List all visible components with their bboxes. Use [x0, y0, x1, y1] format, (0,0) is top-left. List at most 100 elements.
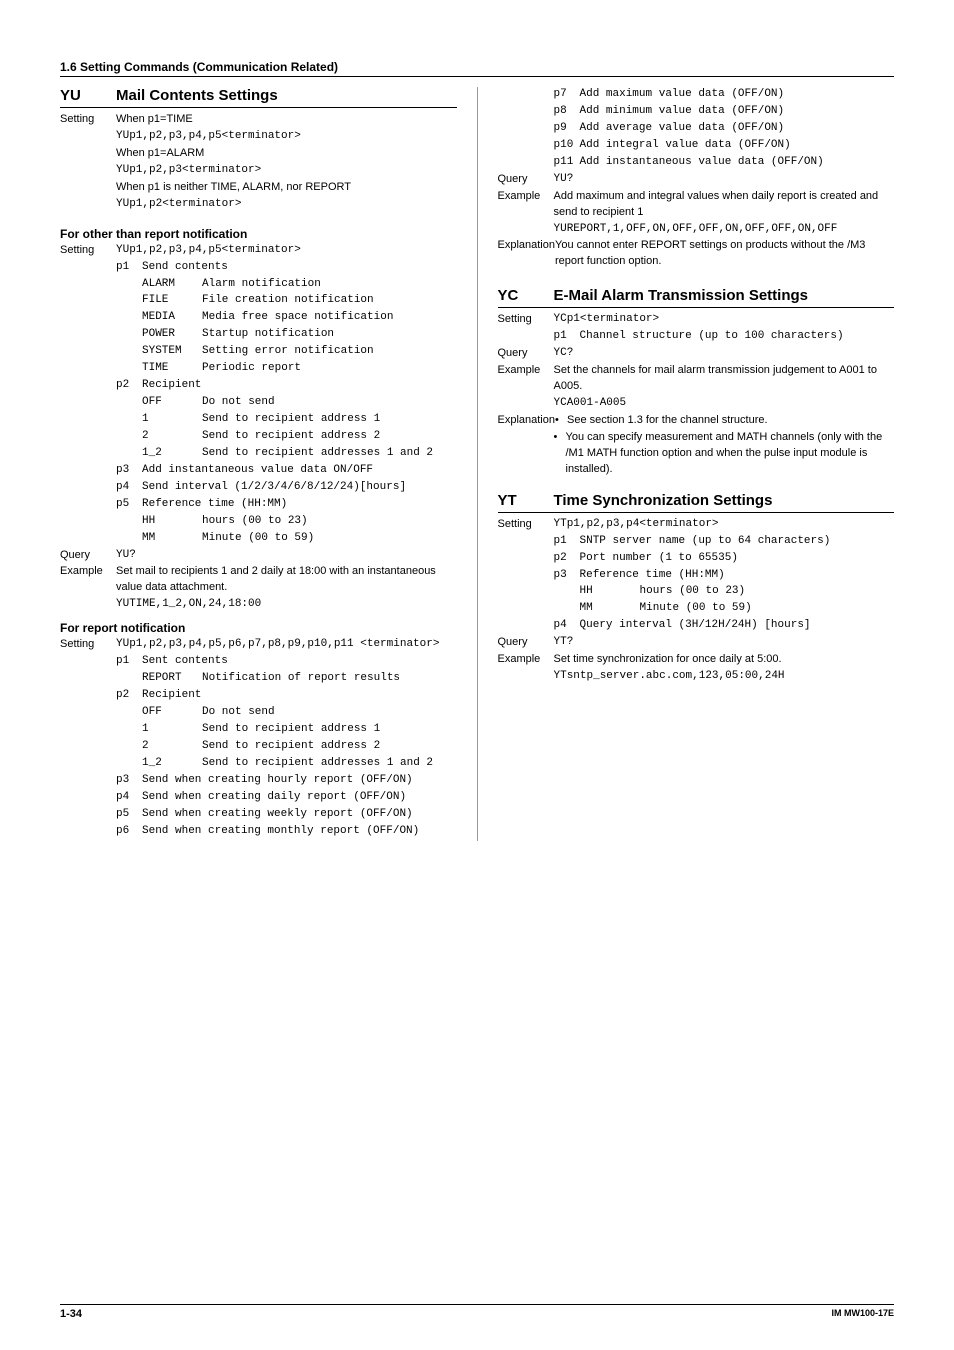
- example-text: Add maximum and integral values when dai…: [554, 189, 895, 221]
- pnum: p3: [116, 773, 142, 789]
- pkey: REPORT: [142, 671, 202, 687]
- cmd-code: YC: [498, 287, 554, 304]
- label-setting: Setting: [498, 517, 554, 533]
- pdesc: File creation notification: [202, 293, 457, 309]
- pdesc: Do not send: [202, 395, 457, 411]
- pkey: OFF: [142, 395, 202, 411]
- pnum: p5: [116, 497, 142, 513]
- pnum: p9: [554, 121, 580, 137]
- pdesc: Recipient: [142, 688, 457, 704]
- pdesc: Send to recipient address 1: [202, 722, 457, 738]
- pdesc: Send to recipient addresses 1 and 2: [202, 756, 457, 772]
- cmd-title: E-Mail Alarm Transmission Settings: [554, 287, 809, 304]
- pdesc: Reference time (HH:MM): [580, 568, 895, 584]
- pnum: p3: [554, 568, 580, 584]
- pdesc: Query interval (3H/12H/24H) [hours]: [580, 618, 895, 634]
- pnum: p7: [554, 87, 580, 103]
- pdesc: Reference time (HH:MM): [142, 497, 457, 513]
- label-explanation: Explanation: [498, 238, 556, 270]
- label-query: Query: [498, 172, 554, 188]
- pdesc: Minute (00 to 59): [202, 531, 457, 547]
- pdesc: Send when creating hourly report (OFF/ON…: [142, 773, 457, 789]
- pkey: MEDIA: [142, 310, 202, 326]
- cmd-title: Time Synchronization Settings: [554, 492, 773, 509]
- example-code: YUREPORT,1,OFF,ON,OFF,OFF,ON,OFF,OFF,ON,…: [554, 222, 895, 238]
- syntax: YUp1,p2,p3,p4,p5<terminator>: [116, 243, 457, 259]
- left-column: YU Mail Contents Settings SettingWhen p1…: [60, 87, 457, 841]
- label-example: Example: [60, 564, 116, 596]
- label-explanation: Explanation: [498, 413, 556, 429]
- example-code: YUTIME,1_2,ON,24,18:00: [116, 597, 457, 613]
- pnum: p10: [554, 138, 580, 154]
- syntax: YUp1,p2,p3<terminator>: [116, 163, 457, 179]
- pkey: FILE: [142, 293, 202, 309]
- pdesc: Send when creating weekly report (OFF/ON…: [142, 807, 457, 823]
- label-query: Query: [60, 548, 116, 564]
- pnum: p1: [116, 260, 142, 276]
- pkey: HH: [142, 514, 202, 530]
- pdesc: hours (00 to 23): [202, 514, 457, 530]
- pdesc: Minute (00 to 59): [640, 601, 895, 617]
- section-header: 1.6 Setting Commands (Communication Rela…: [60, 60, 894, 77]
- pdesc: Alarm notification: [202, 277, 457, 293]
- page-footer: 1-34 IM MW100-17E: [60, 1304, 894, 1320]
- pdesc: Send interval (1/2/3/4/6/8/12/24)[hours]: [142, 480, 457, 496]
- text: When p1 is neither TIME, ALARM, nor REPO…: [116, 180, 457, 196]
- explanation-text: You cannot enter REPORT settings on prod…: [555, 238, 894, 270]
- pdesc: Add instantaneous value data ON/OFF: [142, 463, 457, 479]
- pdesc: Send to recipient addresses 1 and 2: [202, 446, 457, 462]
- pdesc: Media free space notification: [202, 310, 457, 326]
- pkey: SYSTEM: [142, 344, 202, 360]
- pdesc: Periodic report: [202, 361, 457, 377]
- subhead-other: For other than report notification: [60, 227, 457, 241]
- pkey: 1: [142, 722, 202, 738]
- pkey: POWER: [142, 327, 202, 343]
- label-query: Query: [498, 635, 554, 651]
- query: YC?: [554, 346, 895, 362]
- subhead-report: For report notification: [60, 621, 457, 635]
- pnum: p2: [116, 378, 142, 394]
- pkey: TIME: [142, 361, 202, 377]
- cmd-yt: YT Time Synchronization Settings Setting…: [498, 492, 895, 685]
- pkey: 1_2: [142, 756, 202, 772]
- column-divider: [477, 87, 478, 841]
- pnum: p4: [116, 480, 142, 496]
- pdesc: Add integral value data (OFF/ON): [580, 138, 895, 154]
- pdesc: Add instantaneous value data (OFF/ON): [580, 155, 895, 171]
- label-setting: Setting: [60, 637, 116, 653]
- query: YU?: [116, 548, 457, 564]
- pnum: p3: [116, 463, 142, 479]
- pdesc: SNTP server name (up to 64 characters): [580, 534, 895, 550]
- syntax: YUp1,p2,p3,p4,p5<terminator>: [116, 129, 457, 145]
- pkey: 2: [142, 429, 202, 445]
- pdesc: Startup notification: [202, 327, 457, 343]
- label-setting: Setting: [60, 112, 116, 128]
- pdesc: Do not send: [202, 705, 457, 721]
- pdesc: Send to recipient address 1: [202, 412, 457, 428]
- bullet-icon: •: [554, 430, 566, 478]
- pkey: MM: [142, 531, 202, 547]
- pdesc: Add maximum value data (OFF/ON): [580, 87, 895, 103]
- pdesc: Sent contents: [142, 654, 457, 670]
- example-text: Set the channels for mail alarm transmis…: [554, 363, 895, 395]
- syntax: YUp1,p2<terminator>: [116, 197, 457, 213]
- pnum: p4: [116, 790, 142, 806]
- label-example: Example: [498, 189, 554, 221]
- cmd-code: YU: [60, 87, 116, 104]
- query: YU?: [554, 172, 895, 188]
- pnum: p1: [554, 329, 580, 345]
- label-setting: Setting: [498, 312, 554, 328]
- pnum: p4: [554, 618, 580, 634]
- bullet-text: You can specify measurement and MATH cha…: [566, 430, 895, 478]
- pdesc: Send when creating monthly report (OFF/O…: [142, 824, 457, 840]
- cmd-yc: YC E-Mail Alarm Transmission Settings Se…: [498, 287, 895, 477]
- pnum: p6: [116, 824, 142, 840]
- label-example: Example: [498, 363, 554, 395]
- doc-id: IM MW100-17E: [831, 1308, 894, 1320]
- pkey: 1_2: [142, 446, 202, 462]
- label-query: Query: [498, 346, 554, 362]
- example-code: YTsntp_server.abc.com,123,05:00,24H: [554, 669, 895, 685]
- label-example: Example: [498, 652, 554, 668]
- pkey: ALARM: [142, 277, 202, 293]
- pnum: p2: [116, 688, 142, 704]
